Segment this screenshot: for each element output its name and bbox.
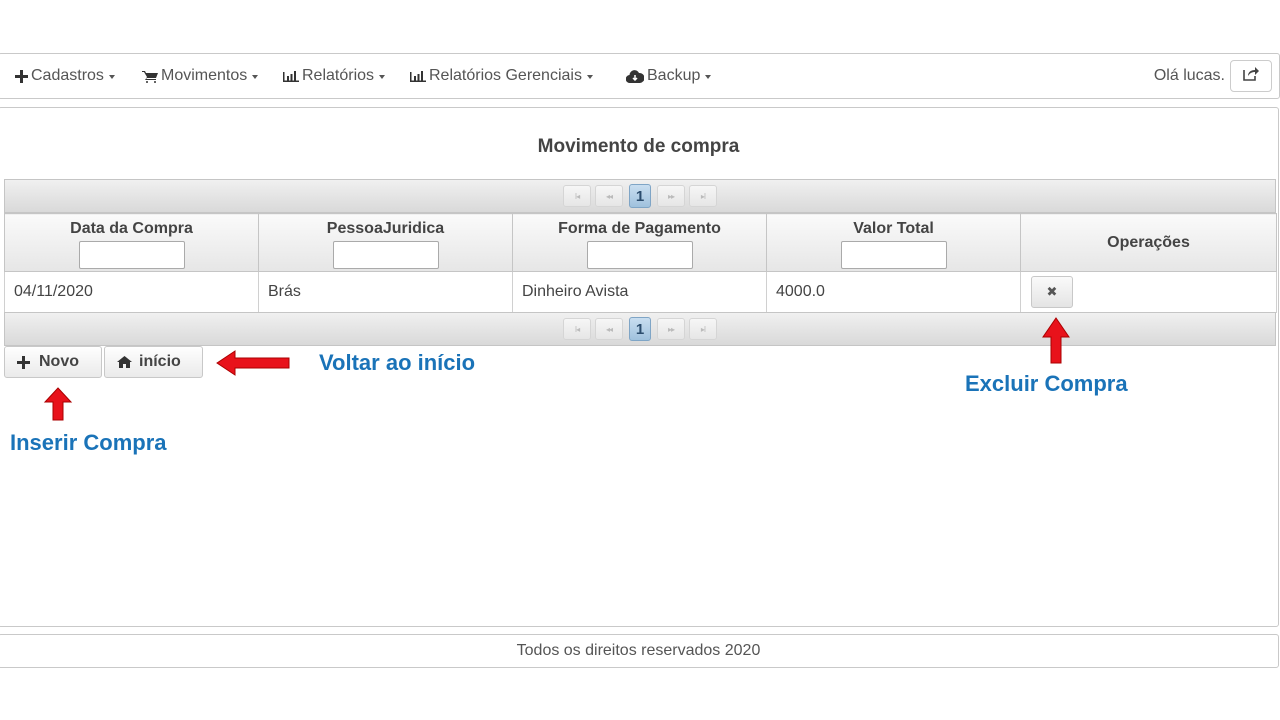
nav-relatorios[interactable]: Relatórios [283,54,386,98]
chevron-down-icon [108,75,115,79]
chevron-down-icon [379,75,386,79]
column-header-label: Valor Total [853,220,934,237]
column-header[interactable]: Valor Total [766,213,1021,272]
nav-cadastros-label: Cadastros [31,67,104,84]
table-cell-operations: ✖ [1020,271,1277,313]
nav-movimentos-label: Movimentos [161,67,248,84]
purchases-table: Data da Compra PessoaJuridica Forma de P… [4,213,1277,313]
delete-button[interactable]: ✖ [1031,276,1073,308]
paginator-bottom: I◂ ◂◂ 1 ▸▸ ▸I [4,312,1276,346]
chevron-down-icon [705,75,712,79]
inicio-button[interactable]: início [104,346,203,378]
prev-page-button[interactable]: ◂◂ [595,185,623,207]
filter-pessoa-input[interactable] [332,241,439,269]
column-header-label: Operações [1107,233,1190,251]
plus-icon [17,355,30,369]
page-number-button[interactable]: 1 [629,317,651,341]
column-header[interactable]: Data da Compra [4,213,259,272]
plus-icon [15,69,28,83]
arrow-up-icon [1042,317,1070,364]
main-panel: Movimento de compra I◂ ◂◂ 1 ▸▸ ▸I Data d… [0,107,1279,627]
last-page-button[interactable]: ▸I [689,318,717,340]
table-cell: 4000.0 [766,271,1021,313]
column-header-label: Forma de Pagamento [558,220,721,237]
cart-icon [142,70,158,83]
arrow-left-icon [216,350,290,376]
next-page-button[interactable]: ▸▸ [657,318,685,340]
nav-backup[interactable]: Backup [626,54,712,98]
paginator-top: I◂ ◂◂ 1 ▸▸ ▸I [4,179,1276,213]
annotation-excluir: Excluir Compra [965,371,1128,396]
page-number-button[interactable]: 1 [629,184,651,208]
bar-chart-icon [283,70,299,82]
chevron-down-icon [252,75,259,79]
first-page-button[interactable]: I◂ [563,185,591,207]
home-icon [117,356,132,368]
footer-text: Todos os direitos reservados 2020 [516,642,761,659]
novo-button-label: Novo [39,353,79,370]
page-title: Movimento de compra [537,136,740,157]
user-greeting: Olá lucas. [1153,67,1225,84]
table-row[interactable]: 04/11/2020 Brás Dinheiro Avista 4000.0 ✖ [4,271,1277,313]
last-page-button[interactable]: ▸I [689,185,717,207]
footer: Todos os direitos reservados 2020 [0,634,1279,668]
nav-relatorios-gerenciais-label: Relatórios Gerenciais [429,67,582,84]
column-header[interactable]: PessoaJuridica [258,213,513,272]
novo-button[interactable]: Novo [4,346,102,378]
column-header-label: Data da Compra [70,220,193,237]
annotation-voltar: Voltar ao início [319,350,476,375]
bar-chart-icon [410,70,426,82]
filter-data-input[interactable] [78,241,185,269]
nav-cadastros[interactable]: Cadastros [15,54,115,98]
table-cell: 04/11/2020 [4,271,259,313]
prev-page-button[interactable]: ◂◂ [595,318,623,340]
nav-relatorios-label: Relatórios [302,67,375,84]
top-navbar: Cadastros Movimentos Relatórios Relatóri… [0,53,1280,99]
share-icon [1243,66,1259,86]
nav-relatorios-gerenciais[interactable]: Relatórios Gerenciais [410,54,593,98]
column-header-label: PessoaJuridica [326,220,445,237]
nav-backup-label: Backup [647,67,701,84]
inicio-button-label: início [139,353,181,370]
close-icon: ✖ [1046,284,1058,299]
filter-valor-input[interactable] [840,241,947,269]
first-page-button[interactable]: I◂ [563,318,591,340]
cloud-icon [626,69,644,83]
nav-movimentos[interactable]: Movimentos [142,54,259,98]
column-header: Operações [1020,213,1277,272]
chevron-down-icon [586,75,593,79]
next-page-button[interactable]: ▸▸ [657,185,685,207]
logout-button[interactable] [1230,60,1272,92]
filter-pagamento-input[interactable] [586,241,693,269]
annotation-inserir: Inserir Compra [10,430,167,455]
table-cell: Dinheiro Avista [512,271,767,313]
column-header[interactable]: Forma de Pagamento [512,213,767,272]
table-cell: Brás [258,271,513,313]
arrow-up-icon [43,387,73,421]
